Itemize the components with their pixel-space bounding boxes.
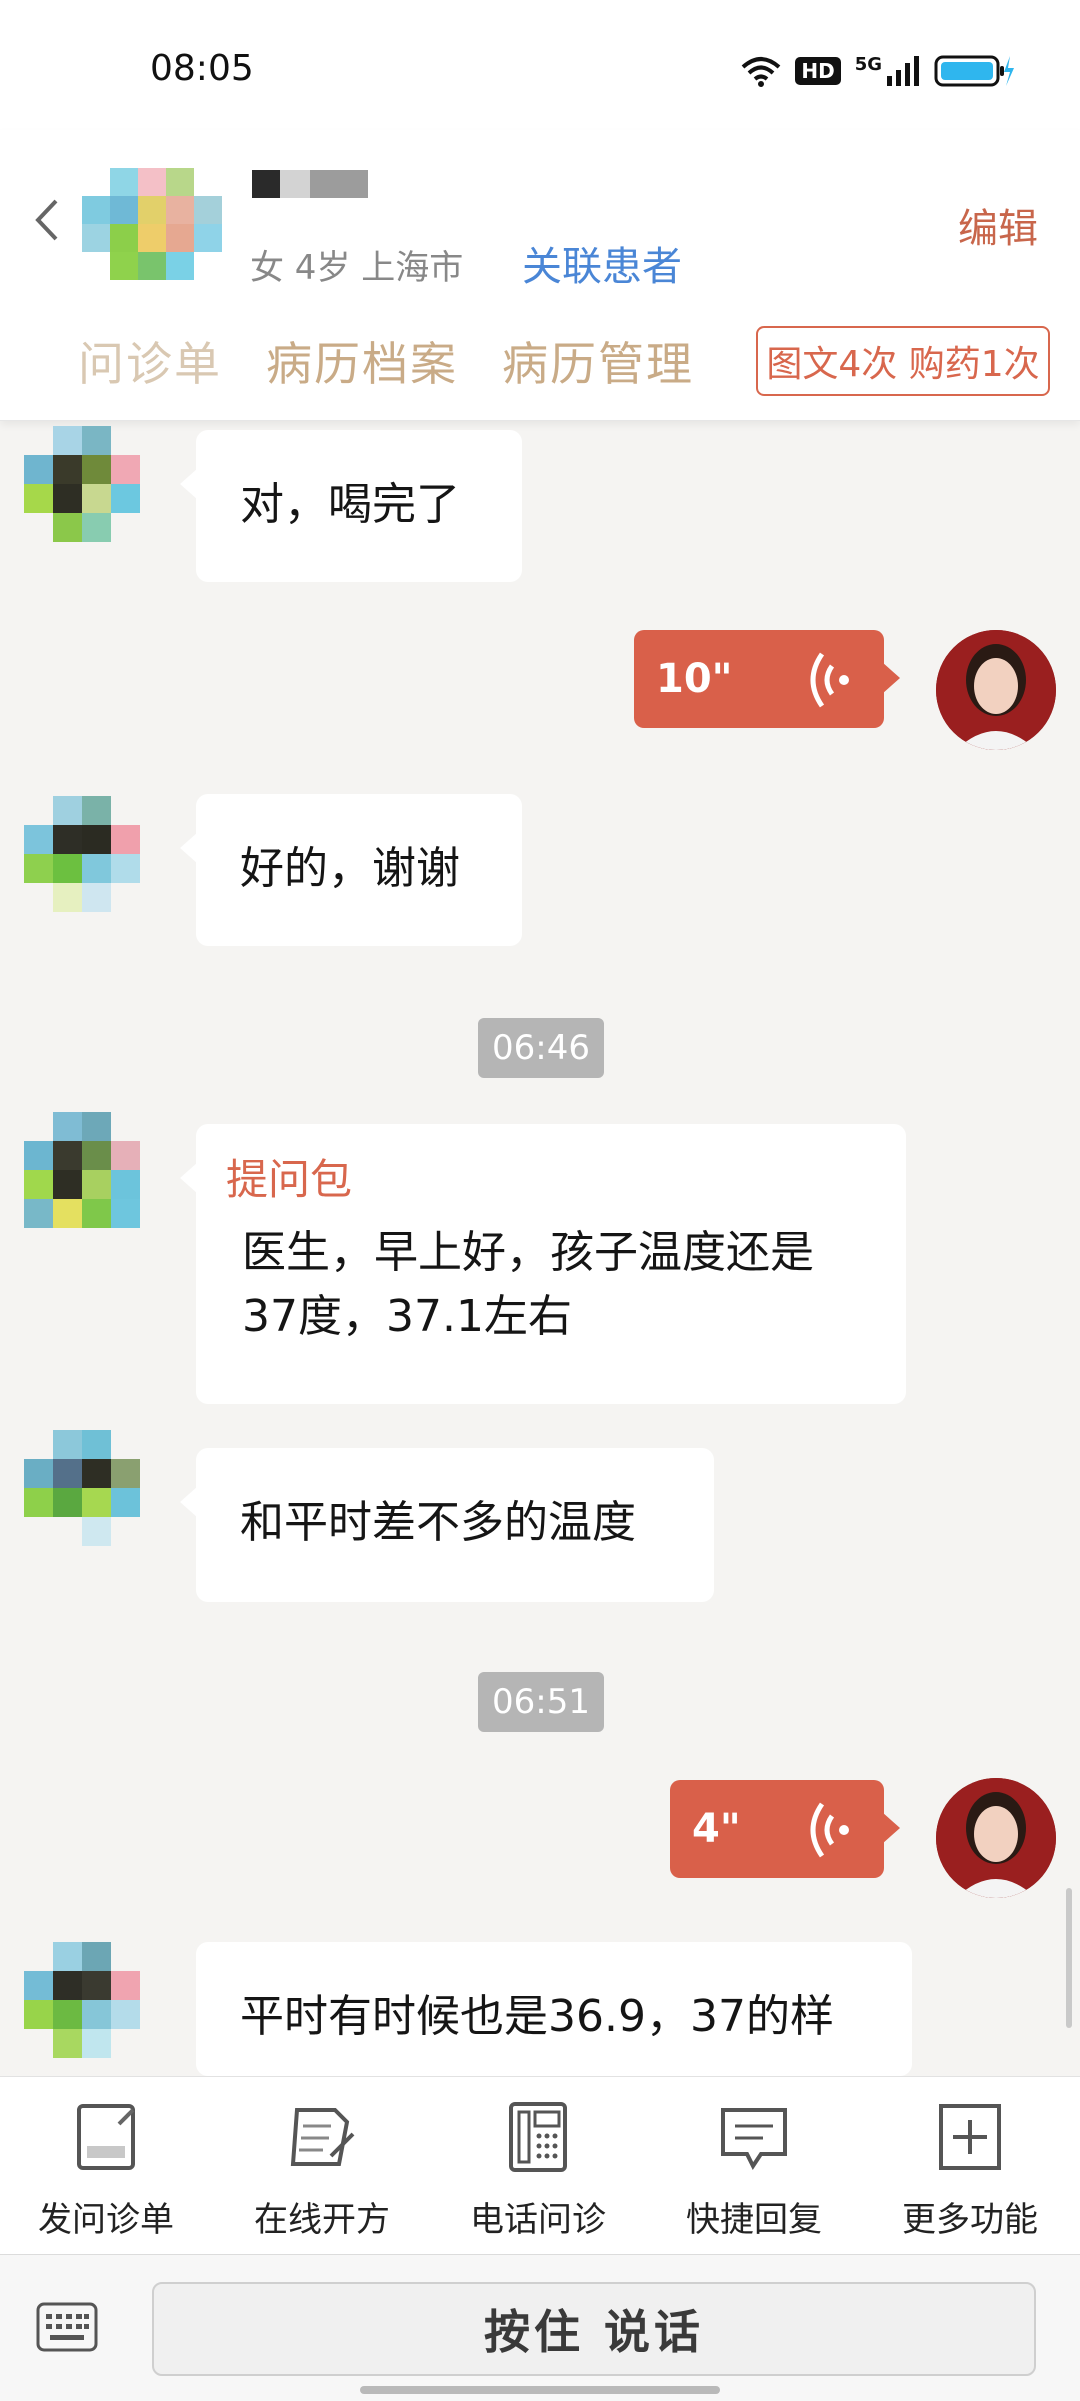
quick-reply-button[interactable]: 快捷回复 <box>664 2100 844 2241</box>
keyboard-icon[interactable] <box>36 2302 98 2352</box>
signal-icon <box>887 56 919 86</box>
timestamp-chip: 06:51 <box>478 1672 604 1732</box>
plus-icon <box>939 2104 1001 2170</box>
prescription-icon <box>290 2108 355 2166</box>
phone-icon <box>509 2102 567 2172</box>
scrollbar[interactable] <box>1066 1888 1072 2028</box>
chat-bubble[interactable]: 平时有时候也是36.9，37的样 <box>196 1942 912 2076</box>
status-time: 08:05 <box>150 48 254 89</box>
voice-duration: 4" <box>692 1806 741 1852</box>
tool-label: 电话问诊 <box>470 2200 606 2240</box>
patient-chat-avatar <box>24 796 140 912</box>
doctor-photo <box>936 1778 1056 1898</box>
patient-chat-avatar <box>24 1112 140 1228</box>
voice-message[interactable]: 10" <box>634 630 900 728</box>
card-line: 37度，37.1左右 <box>242 1291 572 1342</box>
back-icon[interactable] <box>30 195 66 245</box>
patient-avatar <box>82 168 222 280</box>
tab-record-management[interactable]: 病历管理 <box>502 328 694 394</box>
status-icons: HD 5G <box>741 48 1014 94</box>
doctor-avatar <box>936 1778 1056 1898</box>
message-text: 平时有时候也是36.9，37的样 <box>240 1991 834 2042</box>
message-text: 和平时差不多的温度 <box>240 1497 636 1548</box>
consult-stats-badge[interactable]: 图文4次 购药1次 <box>756 326 1050 396</box>
message-text: 好的，谢谢 <box>240 843 460 894</box>
online-prescription-button[interactable]: 在线开方 <box>232 2100 412 2241</box>
tool-label: 更多功能 <box>902 2200 1038 2240</box>
edit-button[interactable]: 编辑 <box>958 196 1038 254</box>
phone-consult-button[interactable]: 电话问诊 <box>448 2100 628 2241</box>
hold-to-talk-button[interactable]: 按住 说话 <box>152 2282 1036 2376</box>
doctor-avatar <box>936 630 1056 750</box>
tool-label: 发问诊单 <box>38 2200 174 2240</box>
form-icon <box>77 2104 135 2170</box>
wifi-icon <box>742 57 781 87</box>
home-indicator[interactable] <box>360 2386 720 2394</box>
message-text: 对，喝完了 <box>240 479 460 530</box>
tool-label: 快捷回复 <box>686 2200 822 2240</box>
tab-consult-form[interactable]: 问诊单 <box>78 328 222 394</box>
card-line: 医生，早上好，孩子温度还是 <box>242 1227 814 1278</box>
patient-chat-avatar <box>24 1942 140 2058</box>
chat-bubble[interactable]: 对，喝完了 <box>180 430 522 582</box>
patient-chat-avatar <box>24 1430 140 1546</box>
header-tabs: 问诊单 病历档案 病历管理 <box>78 328 694 394</box>
battery-icon <box>934 55 1014 87</box>
chat-bubble[interactable]: 好的，谢谢 <box>180 794 522 946</box>
tool-label: 在线开方 <box>254 2200 390 2240</box>
card-body: 医生，早上好，孩子温度还是 37度，37.1左右 <box>196 1207 906 1349</box>
doctor-photo <box>936 630 1056 750</box>
card-title: 提问包 <box>226 1155 353 1204</box>
tab-medical-records[interactable]: 病历档案 <box>266 328 458 394</box>
link-patient-button[interactable]: 关联患者 <box>522 234 682 292</box>
voice-wave-icon <box>810 1802 849 1858</box>
question-package-card[interactable]: 提问包 医生，早上好，孩子温度还是 37度，37.1左右 <box>180 1124 906 1404</box>
hd-badge: HD <box>795 57 841 85</box>
quick-reply-icon <box>721 2108 787 2170</box>
chat-bubble[interactable]: 和平时差不多的温度 <box>180 1448 714 1602</box>
voice-duration: 10" <box>656 656 733 702</box>
patient-name-redacted <box>252 170 370 198</box>
patient-chat-avatar <box>24 426 140 542</box>
timestamp-chip: 06:46 <box>478 1018 604 1078</box>
send-consult-form-button[interactable]: 发问诊单 <box>16 2100 196 2241</box>
patient-meta: 女 4岁 上海市 <box>250 248 464 288</box>
voice-message[interactable]: 4" <box>670 1780 900 1878</box>
voice-wave-icon <box>810 652 849 708</box>
more-functions-button[interactable]: 更多功能 <box>880 2100 1060 2241</box>
network-type: 5G <box>854 53 882 75</box>
